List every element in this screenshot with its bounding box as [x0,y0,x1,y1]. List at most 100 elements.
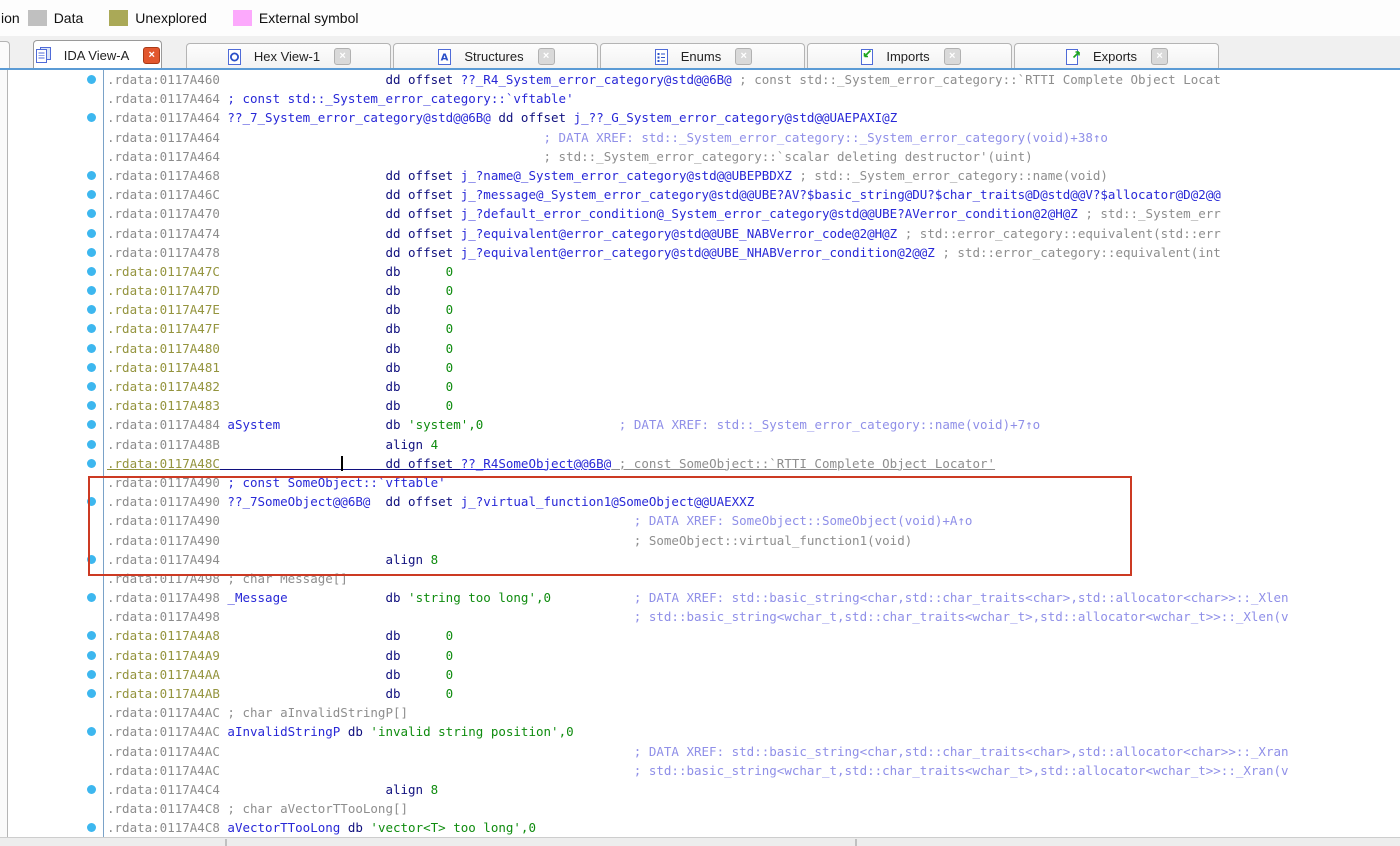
nav-dot-icon [87,286,96,295]
tab-stub [0,41,10,69]
disasm-line[interactable]: .rdata:0117A498 ; char Message[] [0,569,1400,588]
disasm-line[interactable]: .rdata:0117A483 db 0 [0,396,1400,415]
nav-dot-icon [87,382,96,391]
tab-structures[interactable]: A Structures × [393,43,598,69]
disasm-line[interactable]: .rdata:0117A47D db 0 [0,281,1400,300]
disasm-line[interactable]: .rdata:0117A47E db 0 [0,300,1400,319]
nav-dot-icon [87,229,96,238]
disasm-line[interactable]: .rdata:0117A490 ??_7SomeObject@@6B@ dd o… [0,492,1400,511]
tab-hex-view-1[interactable]: Hex View-1 × [186,43,391,69]
disasm-line[interactable]: .rdata:0117A498 ; std::basic_string<wcha… [0,607,1400,626]
nav-dot-icon [87,727,96,736]
ida-view-icon [35,47,52,63]
scroll-strip-tick [225,839,227,846]
legend-item-external-symbol: External symbol [233,10,359,26]
nav-dot-icon [87,401,96,410]
close-icon[interactable]: × [334,48,351,65]
tab-label: Imports [886,49,929,64]
disasm-line[interactable]: .rdata:0117A464 ; const std::_System_err… [0,89,1400,108]
tab-imports[interactable]: Imports × [807,43,1012,69]
disasm-line[interactable]: .rdata:0117A47C db 0 [0,262,1400,281]
disasm-line[interactable]: .rdata:0117A470 dd offset j_?default_err… [0,204,1400,223]
imports-icon [858,49,874,65]
disasm-line[interactable]: .rdata:0117A482 db 0 [0,377,1400,396]
disasm-line[interactable]: .rdata:0117A490 ; SomeObject::virtual_fu… [0,531,1400,550]
legend-item-unexplored: Unexplored [109,10,207,26]
tab-label: Exports [1093,49,1137,64]
tab-label: IDA View-A [64,48,130,63]
disasm-line[interactable]: .rdata:0117A4A9 db 0 [0,646,1400,665]
disasm-line[interactable]: .rdata:0117A484 aSystem db 'system',0 ; … [0,415,1400,434]
tab-label: Enums [681,49,721,64]
disasm-line[interactable]: .rdata:0117A4AC ; char aInvalidStringP[] [0,703,1400,722]
disasm-line[interactable]: .rdata:0117A4AC ; std::basic_string<wcha… [0,761,1400,780]
nav-dot-icon [87,823,96,832]
tab-exports[interactable]: Exports × [1014,43,1219,69]
disasm-line[interactable]: .rdata:0117A464 ; std::_System_error_cat… [0,147,1400,166]
close-icon[interactable]: × [944,48,961,65]
disassembly-view: .rdata:0117A460 dd offset ??_R4_System_e… [0,70,1400,846]
nav-dot-icon [87,113,96,122]
close-icon[interactable]: × [143,47,160,64]
svg-text:A: A [441,52,449,63]
tab-ida-view-a[interactable]: IDA View-A × [33,40,162,69]
external-symbol-color-swatch [233,10,252,26]
legend-clipped-label: ion [1,10,20,26]
enums-icon [653,49,669,65]
data-color-swatch [28,10,47,26]
disasm-line[interactable]: .rdata:0117A481 db 0 [0,358,1400,377]
tab-enums[interactable]: Enums × [600,43,805,69]
disasm-line[interactable]: .rdata:0117A478 dd offset j_?equivalent@… [0,243,1400,262]
disasm-line[interactable]: .rdata:0117A47F db 0 [0,319,1400,338]
close-icon[interactable]: × [1151,48,1168,65]
disasm-line[interactable]: .rdata:0117A48C dd offset ??_R4SomeObjec… [0,454,1400,473]
disasm-line[interactable]: .rdata:0117A480 db 0 [0,339,1400,358]
disasm-line[interactable]: .rdata:0117A490 ; DATA XREF: SomeObject:… [0,511,1400,530]
disasm-line[interactable]: .rdata:0117A494 align 8 [0,550,1400,569]
disasm-line[interactable]: .rdata:0117A4AC aInvalidStringP db 'inva… [0,722,1400,741]
nav-dot-icon [87,593,96,602]
disasm-line[interactable]: .rdata:0117A4C4 align 8 [0,780,1400,799]
nav-dot-icon [87,248,96,257]
nav-dot-icon [87,459,96,468]
tab-label: Structures [464,49,523,64]
close-icon[interactable]: × [735,48,752,65]
legend-label: External symbol [259,10,359,26]
disasm-lines: .rdata:0117A460 dd offset ??_R4_System_e… [0,70,1400,838]
nav-dot-icon [87,171,96,180]
disasm-line[interactable]: .rdata:0117A4AB db 0 [0,684,1400,703]
nav-dot-icon [87,631,96,640]
hex-view-icon [226,49,242,65]
disasm-line[interactable]: .rdata:0117A4AC ; DATA XREF: std::basic_… [0,742,1400,761]
nav-dot-icon [87,75,96,84]
nav-dot-icon [87,209,96,218]
disasm-line[interactable]: .rdata:0117A468 dd offset j_?name@_Syste… [0,166,1400,185]
nav-dot-icon [87,190,96,199]
nav-dot-icon [87,670,96,679]
scroll-strip-tick [855,839,857,846]
close-icon[interactable]: × [538,48,555,65]
nav-dot-icon [87,420,96,429]
tab-label: Hex View-1 [254,49,320,64]
ida-window: ion Data Unexplored External symbol IDA … [0,0,1400,846]
bottom-scroll-strip[interactable] [0,837,1400,846]
disasm-line[interactable]: .rdata:0117A46C dd offset j_?message@_Sy… [0,185,1400,204]
disasm-line[interactable]: .rdata:0117A464 ; DATA XREF: std::_Syste… [0,128,1400,147]
disasm-line[interactable]: .rdata:0117A4A8 db 0 [0,626,1400,645]
disasm-line[interactable]: .rdata:0117A490 ; const SomeObject::`vft… [0,473,1400,492]
disasm-line[interactable]: .rdata:0117A460 dd offset ??_R4_System_e… [0,70,1400,89]
structures-icon: A [436,49,452,65]
nav-dot-icon [87,689,96,698]
disasm-line[interactable]: .rdata:0117A464 ??_7_System_error_catego… [0,108,1400,127]
disasm-line[interactable]: .rdata:0117A48B align 4 [0,435,1400,454]
disasm-line[interactable]: .rdata:0117A474 dd offset j_?equivalent@… [0,224,1400,243]
legend-label: Unexplored [135,10,207,26]
nav-dot-icon [87,344,96,353]
legend-item-data: Data [28,10,84,26]
disasm-line[interactable]: .rdata:0117A4AA db 0 [0,665,1400,684]
disasm-line[interactable]: .rdata:0117A498 _Message db 'string too … [0,588,1400,607]
disasm-line[interactable]: .rdata:0117A4C8 aVectorTTooLong db 'vect… [0,818,1400,837]
nav-dot-icon [87,305,96,314]
disasm-line[interactable]: .rdata:0117A4C8 ; char aVectorTTooLong[] [0,799,1400,818]
nav-dot-icon [87,555,96,564]
